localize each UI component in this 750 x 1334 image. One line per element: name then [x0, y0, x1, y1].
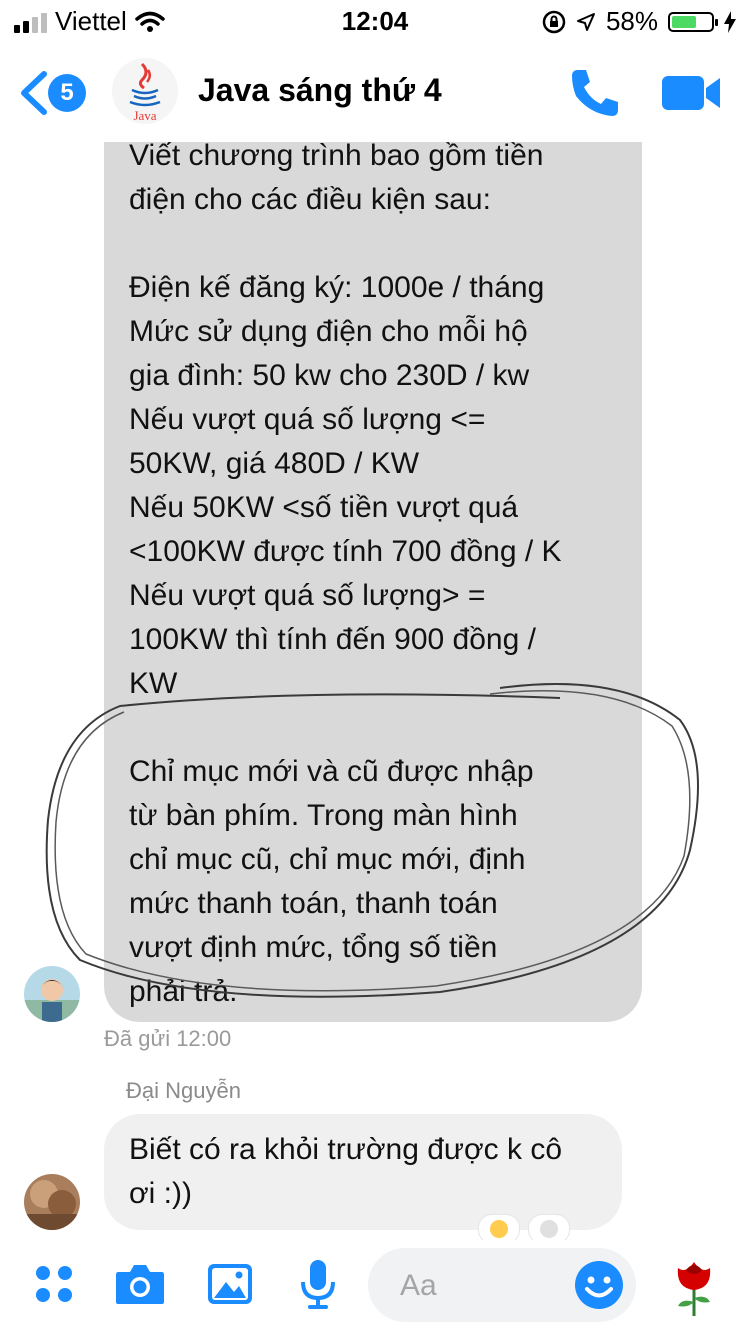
- message-input[interactable]: [398, 1266, 562, 1306]
- sender-avatar-1[interactable]: [24, 966, 80, 1022]
- reaction-icon: [540, 1220, 558, 1238]
- microphone-icon: [301, 1260, 335, 1309]
- battery-icon: [668, 11, 718, 32]
- back-chevron-icon: [21, 71, 47, 115]
- group-avatar[interactable]: Java: [112, 58, 178, 124]
- status-bar: Viettel 12:04 58%: [0, 0, 750, 40]
- sent-status: Đã gửi 12:00: [104, 1026, 232, 1051]
- message-text: Viết chương trình bao gồm tiền điện cho …: [129, 139, 562, 1008]
- voice-button[interactable]: [292, 1258, 344, 1310]
- location-icon: [576, 12, 595, 31]
- image-icon: [208, 1264, 252, 1304]
- gallery-button[interactable]: [204, 1258, 256, 1310]
- status-right: 58%: [542, 6, 736, 37]
- message-bubble-assignment[interactable]: Viết chương trình bao gồm tiền điện cho …: [104, 120, 642, 1022]
- laugh-emoji-icon: [490, 1220, 508, 1238]
- charging-icon: [724, 10, 736, 33]
- avatar-photo-icon: [24, 966, 80, 1022]
- sender-avatar-2[interactable]: [24, 1174, 80, 1230]
- video-icon: [662, 76, 720, 110]
- message-bubble-reply[interactable]: Biết có ra khỏi trường được k cô ơi :)): [104, 1114, 622, 1230]
- reply-text: Biết có ra khỏi trường được k cô ơi :)): [129, 1133, 563, 1210]
- call-button[interactable]: [568, 66, 622, 120]
- phone-icon: [572, 70, 618, 116]
- chat-header: 5 Java Java sáng thứ 4: [0, 44, 750, 142]
- java-logo-label: Java: [133, 108, 156, 123]
- emoji-button[interactable]: [572, 1258, 626, 1312]
- rose-icon: [677, 1262, 711, 1316]
- reply-sender-name: Đại Nguyễn: [126, 1078, 241, 1103]
- rotation-lock-icon: [542, 10, 566, 33]
- camera-button[interactable]: [114, 1258, 166, 1310]
- avatar-photo-icon: [24, 1174, 80, 1230]
- video-call-button[interactable]: [660, 70, 722, 116]
- message-composer[interactable]: [368, 1248, 636, 1322]
- input-bar: [0, 1240, 750, 1334]
- apps-grid-icon: [36, 1266, 72, 1302]
- unread-badge: 5: [48, 74, 86, 112]
- rose-reaction-button[interactable]: [666, 1254, 722, 1318]
- emoji-icon: [575, 1261, 623, 1309]
- apps-button[interactable]: [28, 1258, 80, 1310]
- chat-title[interactable]: Java sáng thứ 4: [198, 72, 442, 109]
- battery-percent: 58%: [605, 6, 658, 36]
- camera-icon: [116, 1265, 164, 1304]
- back-button[interactable]: 5: [18, 70, 88, 116]
- java-logo-icon: Java: [129, 62, 161, 123]
